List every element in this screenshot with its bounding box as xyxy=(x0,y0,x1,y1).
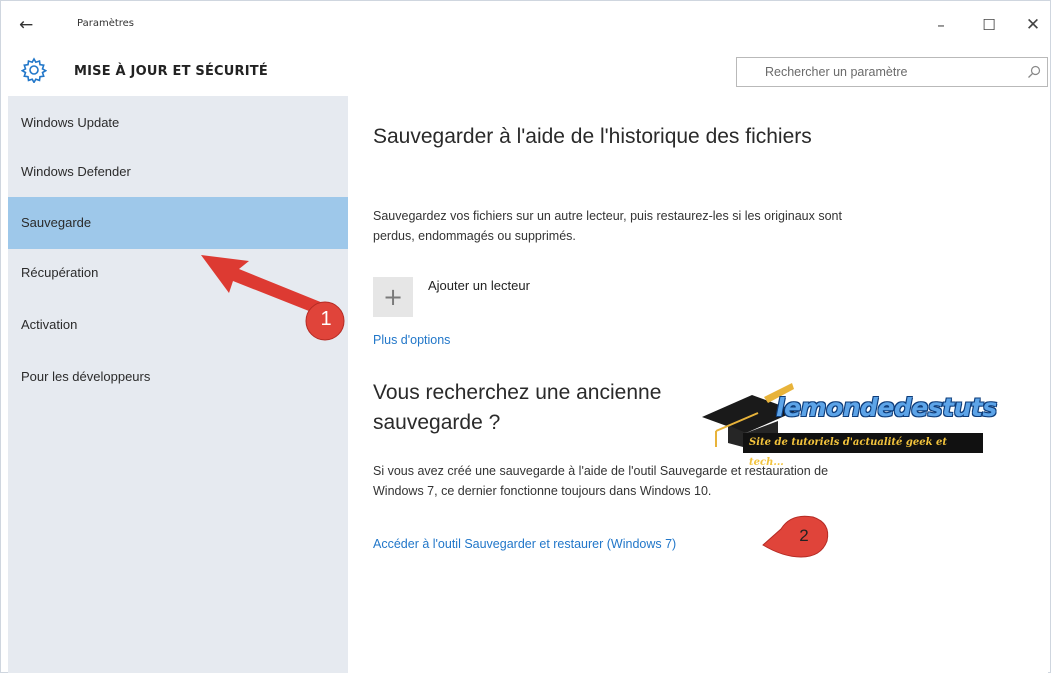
sidebar-item-activation[interactable]: Activation xyxy=(8,306,348,344)
more-options-link[interactable]: Plus d'options xyxy=(373,333,450,347)
close-button[interactable]: ✕ xyxy=(1015,13,1051,37)
sidebar-item-developpeurs[interactable]: Pour les développeurs xyxy=(8,358,348,396)
file-history-heading: Sauvegarder à l'aide de l'historique des… xyxy=(373,125,812,148)
search-icon[interactable] xyxy=(1027,65,1041,79)
page-header: MISE À JOUR ET SÉCURITÉ xyxy=(1,47,1050,96)
gear-icon xyxy=(21,57,47,83)
old-backup-heading: Vous recherchez une ancienne sauvegarde … xyxy=(373,381,662,434)
watermark-tagline: Site de tutoriels d'actualité geek et te… xyxy=(743,433,983,468)
annotation-marker-2: 2 xyxy=(799,526,809,545)
page-title: MISE À JOUR ET SÉCURITÉ xyxy=(74,64,268,79)
add-drive-label[interactable]: Ajouter un lecteur xyxy=(428,278,530,293)
search-box[interactable] xyxy=(736,57,1048,87)
back-arrow-icon[interactable]: ← xyxy=(19,13,47,37)
search-input[interactable] xyxy=(737,58,1017,86)
sidebar-item-windows-update[interactable]: Windows Update xyxy=(8,104,348,142)
maximize-button[interactable]: ☐ xyxy=(971,13,1007,37)
sidebar: Windows Update Windows Defender Sauvegar… xyxy=(8,96,348,673)
file-history-description: Sauvegardez vos fichiers sur un autre le… xyxy=(373,209,842,243)
add-drive-button[interactable]: + xyxy=(373,277,413,317)
settings-window: ← Paramètres – ☐ ✕ MISE À JOUR ET SÉCURI… xyxy=(0,0,1051,673)
sidebar-item-recuperation[interactable]: Récupération xyxy=(8,254,348,292)
sidebar-item-windows-defender[interactable]: Windows Defender xyxy=(8,153,348,191)
window-title: Paramètres xyxy=(77,18,135,29)
sidebar-item-sauvegarde[interactable]: Sauvegarde xyxy=(8,197,348,249)
annotation-marker-1: 1 xyxy=(320,308,332,330)
backup-restore-link[interactable]: Accéder à l'outil Sauvegarder et restaur… xyxy=(373,537,676,551)
watermark-logo-text: lemondedestuts xyxy=(776,393,997,422)
minimize-button[interactable]: – xyxy=(923,13,959,37)
title-bar: ← Paramètres – ☐ ✕ xyxy=(1,1,1050,47)
plus-icon: + xyxy=(382,283,404,311)
